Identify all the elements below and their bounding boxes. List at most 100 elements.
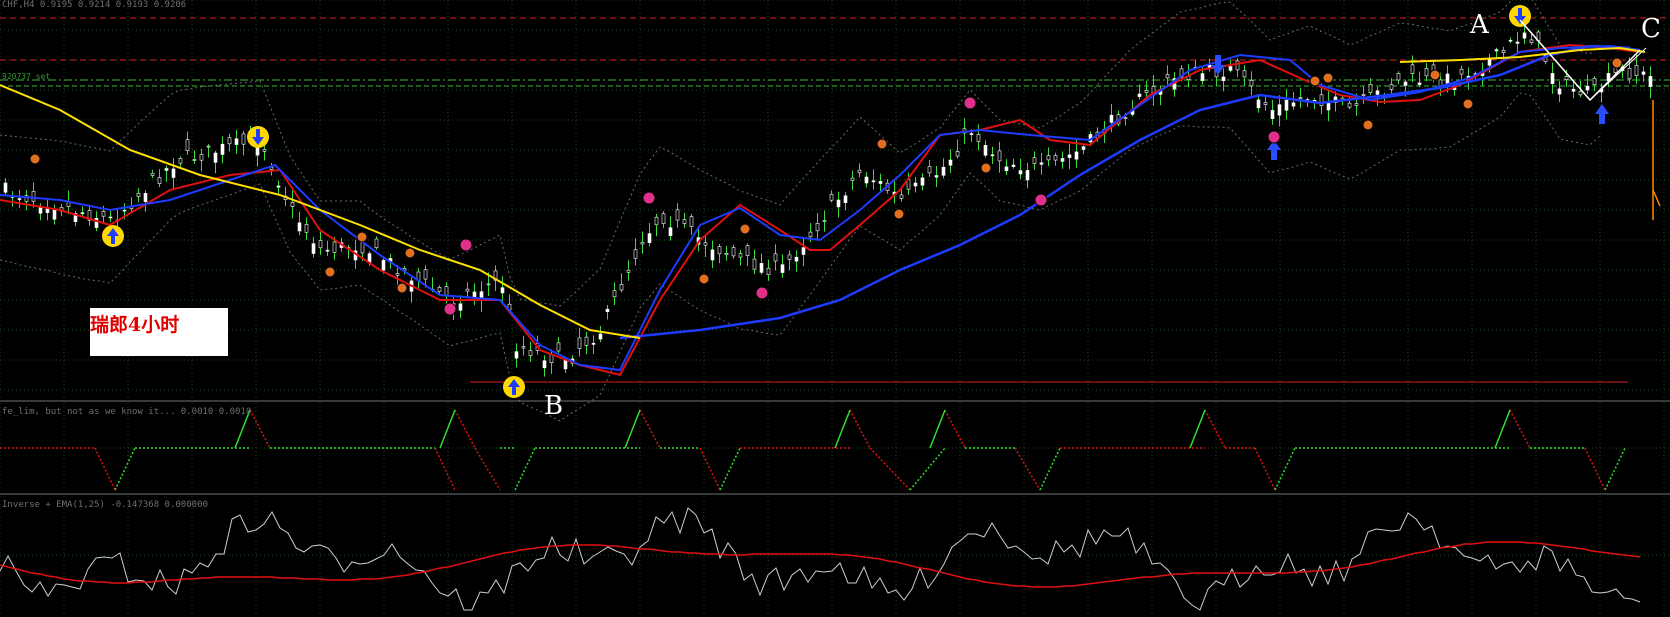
candle-body bbox=[976, 134, 981, 142]
oscillator-title: fe_lim, but not as we know it... 0.0010 … bbox=[2, 407, 252, 417]
candle-body bbox=[101, 211, 106, 217]
candle-body bbox=[1046, 155, 1051, 161]
candle-body bbox=[731, 247, 736, 257]
candle-body bbox=[1067, 154, 1072, 158]
candle-body bbox=[276, 185, 281, 188]
magenta-signal-icon bbox=[642, 191, 656, 205]
candle-body bbox=[234, 138, 239, 145]
osc-segment bbox=[699, 447, 721, 491]
candle-body bbox=[1298, 97, 1303, 100]
candle-body bbox=[794, 256, 799, 262]
candle-body bbox=[654, 216, 659, 226]
label-c: C bbox=[1641, 14, 1661, 44]
label-b: B bbox=[544, 391, 564, 421]
candle-body bbox=[661, 213, 666, 224]
candle-body bbox=[1424, 68, 1429, 77]
osc-rise bbox=[929, 409, 946, 449]
orange-signal-icon bbox=[876, 138, 888, 150]
candle-body bbox=[1375, 90, 1380, 95]
osc-segment bbox=[1014, 447, 1041, 491]
candle-body bbox=[808, 231, 813, 238]
candle-body bbox=[486, 283, 491, 286]
candle-body bbox=[1018, 170, 1023, 175]
osc-segment bbox=[114, 447, 136, 491]
candle-body bbox=[528, 350, 533, 356]
osc-segment bbox=[1509, 409, 1531, 449]
candle-body bbox=[829, 194, 834, 201]
candle-body bbox=[374, 238, 379, 248]
candle-body bbox=[577, 337, 582, 349]
candle-body bbox=[920, 177, 925, 186]
candle-body bbox=[1081, 146, 1086, 150]
note-box: 瑞郎4小时 bbox=[90, 308, 228, 356]
candle-body bbox=[325, 249, 330, 252]
candle-body bbox=[1494, 49, 1499, 52]
candle-body bbox=[689, 216, 694, 227]
osc-segment bbox=[719, 447, 741, 491]
candle-body bbox=[1032, 157, 1037, 164]
candle-body bbox=[850, 177, 855, 181]
candle-body bbox=[360, 242, 365, 254]
candle-body bbox=[122, 209, 127, 212]
candle-body bbox=[1445, 73, 1450, 84]
osc-segment bbox=[514, 447, 536, 491]
candle-body bbox=[1263, 102, 1268, 105]
candle-body bbox=[1249, 80, 1254, 87]
orange-signal-icon bbox=[1462, 98, 1474, 110]
candle-body bbox=[626, 269, 631, 273]
candle-body bbox=[591, 342, 596, 345]
candle-body bbox=[710, 249, 715, 261]
osc-segment bbox=[474, 447, 501, 491]
candle-body bbox=[1641, 71, 1646, 75]
candle-body bbox=[822, 220, 827, 222]
candle-body bbox=[171, 168, 176, 178]
candle-body bbox=[157, 177, 162, 184]
candle-body bbox=[220, 143, 225, 155]
chart-window[interactable]: CHF,H4 0.9195 0.9214 0.9193 0.9206 92073… bbox=[0, 0, 1670, 613]
candle-body bbox=[1501, 49, 1506, 54]
candle-body bbox=[969, 133, 974, 135]
candle-body bbox=[871, 180, 876, 183]
candle-body bbox=[668, 227, 673, 237]
candle-body bbox=[1004, 166, 1009, 172]
candle-body bbox=[1277, 104, 1282, 116]
magenta-signal-icon bbox=[1267, 130, 1281, 144]
candle-body bbox=[1221, 76, 1226, 82]
candle-body bbox=[766, 267, 771, 276]
candle-body bbox=[787, 254, 792, 260]
candle-body bbox=[878, 181, 883, 184]
candle-body bbox=[178, 158, 183, 164]
candle-body bbox=[556, 342, 561, 352]
candle-body bbox=[1025, 170, 1030, 181]
candle-body bbox=[458, 303, 463, 311]
inverse-title: Inverse + EMA(1,25) -0.147368 0.000000 bbox=[2, 500, 208, 510]
orange-signal-icon bbox=[404, 247, 416, 259]
candle-body bbox=[80, 212, 85, 214]
blue-up-arrow-icon bbox=[1595, 104, 1609, 124]
candle-body bbox=[598, 333, 603, 340]
candle-body bbox=[773, 253, 778, 262]
candle-body bbox=[423, 269, 428, 280]
candle-body bbox=[899, 194, 904, 199]
candle-body bbox=[199, 154, 204, 161]
magenta-signal-icon bbox=[963, 96, 977, 110]
candle-body bbox=[1557, 88, 1562, 95]
osc-segment bbox=[909, 447, 946, 491]
candle-body bbox=[724, 253, 729, 256]
price-chart[interactable] bbox=[0, 0, 1670, 613]
candle-body bbox=[311, 243, 316, 254]
candle-body bbox=[1361, 94, 1366, 97]
signal-markers bbox=[29, 5, 1623, 398]
osc-segment bbox=[944, 409, 966, 449]
candle-body bbox=[815, 223, 820, 232]
candle-body bbox=[703, 242, 708, 246]
candle-body bbox=[395, 273, 400, 276]
candle-body bbox=[297, 222, 302, 232]
osc-segment bbox=[454, 409, 476, 449]
candle-body bbox=[1592, 78, 1597, 86]
candle-body bbox=[913, 182, 918, 187]
moving-averages bbox=[0, 43, 1646, 377]
candle-body bbox=[1039, 162, 1044, 165]
candle-body bbox=[1060, 158, 1065, 162]
candle-body bbox=[472, 291, 477, 298]
